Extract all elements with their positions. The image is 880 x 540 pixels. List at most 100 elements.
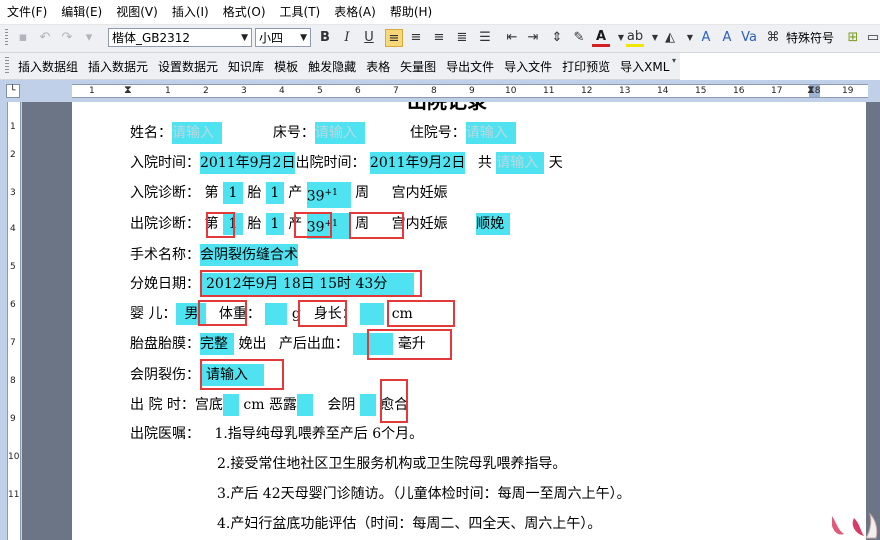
toolbar-overflow-icon[interactable]: ▾ <box>672 56 678 76</box>
admission-no-field[interactable]: 请输入 <box>465 122 516 144</box>
special-symbol-label[interactable]: 特殊符号 <box>786 29 834 48</box>
advice-item: 4.产妇行盆底功能评估（时间：每周二、四全天、周六上午）。 <box>217 516 602 532</box>
tab-selector[interactable]: └ <box>6 84 20 98</box>
distributed-align-icon[interactable]: ☰ <box>476 29 494 47</box>
ruler-number: 11 <box>8 490 20 500</box>
admit-time-field[interactable]: 2011年9月2日 <box>200 152 296 174</box>
trigger-hide-button[interactable]: 触发隐藏 <box>303 58 361 75</box>
menu-edit[interactable]: 编辑(E) <box>54 0 109 24</box>
lochia-label: 恶露 <box>268 397 297 413</box>
discharge-diagnosis-label: 出院诊断： <box>130 216 200 232</box>
export-file-button[interactable]: 导出文件 <box>441 58 499 75</box>
weight-field[interactable] <box>265 303 288 325</box>
bed-field[interactable]: 请输入 <box>314 122 365 144</box>
print-preview-button[interactable]: 打印预览 <box>557 58 615 75</box>
ruler-number: 8 <box>431 86 437 96</box>
italic-icon[interactable]: I <box>338 29 356 47</box>
weeks-text: 周 <box>355 185 370 201</box>
shading-icon[interactable]: ◭ <box>661 29 679 47</box>
total-days-unit: 天 <box>548 155 563 171</box>
ruler-number: 9 <box>10 414 16 424</box>
highlight-icon[interactable]: ab <box>626 29 644 47</box>
insert-data-element-button[interactable]: 插入数据元 <box>83 58 153 75</box>
menu-insert[interactable]: 插入(I) <box>165 0 216 24</box>
set-data-element-button[interactable]: 设置数据元 <box>153 58 223 75</box>
right-indent-marker-icon[interactable]: ⧗ <box>807 85 815 96</box>
height-field[interactable] <box>360 303 385 325</box>
lochia-field[interactable] <box>296 394 313 416</box>
import-file-button[interactable]: 导入文件 <box>499 58 557 75</box>
gest-days-field[interactable]: +1 <box>325 188 338 198</box>
char-scale-icon[interactable]: A <box>697 29 715 47</box>
chevron-down-icon: ▼ <box>241 33 248 43</box>
insert-note-icon[interactable]: ⊞ <box>844 29 862 47</box>
ruler-number: 5 <box>317 86 323 96</box>
toolbar-grip[interactable] <box>5 57 9 75</box>
ruler-number: 2 <box>203 86 209 96</box>
document-page[interactable]: 出院记录 姓名：请输入 床号：请输入 住院号：请输入 入院时间：2011年9月2… <box>72 102 866 540</box>
menu-view[interactable]: 视图(V) <box>109 0 165 24</box>
total-days-prefix: 共 <box>477 155 492 171</box>
import-xml-button[interactable]: 导入XML <box>615 58 674 75</box>
underline-icon[interactable]: U <box>360 29 378 47</box>
delivery-date-label: 分娩日期： <box>130 276 200 292</box>
format-painter-icon[interactable]: ✎ <box>570 29 588 47</box>
text-effect-icon[interactable]: Va <box>740 29 758 47</box>
font-name-select[interactable]: 楷体_GB2312 ▼ <box>108 28 252 47</box>
outdent-icon[interactable]: ⇤ <box>503 29 521 47</box>
vertical-ruler[interactable]: 1 2 3 4 5 6 7 8 9 10 11 <box>7 102 21 540</box>
indent-marker-icon[interactable]: ⧗ <box>124 85 132 96</box>
menu-file[interactable]: 文件(F) <box>0 0 54 24</box>
discharge-time-field[interactable]: 2011年9月2日 <box>369 152 466 174</box>
align-center-icon[interactable]: ≡ <box>407 29 425 47</box>
menu-table[interactable]: 表格(A) <box>327 0 383 24</box>
redo-icon[interactable]: ↷ <box>58 29 76 47</box>
more-icon[interactable]: ▭ <box>864 29 880 47</box>
operation-field[interactable]: 会阴裂伤缝合术 <box>200 244 298 266</box>
knowledge-base-button[interactable]: 知识库 <box>223 58 269 75</box>
highlight-box <box>367 329 452 360</box>
horizontal-ruler[interactable]: ⧗ 1 1 2 3 4 5 6 7 8 9 10 11 12 13 14 15 … <box>72 84 868 98</box>
insert-data-group-button[interactable]: 插入数据组 <box>13 58 83 75</box>
menu-help[interactable]: 帮助(H) <box>383 0 439 24</box>
parity-field[interactable]: 1 <box>265 182 284 204</box>
ruler-number: 2 <box>10 150 16 160</box>
perineum-field[interactable] <box>359 394 376 416</box>
uterus-field[interactable] <box>222 394 239 416</box>
table-button[interactable]: 表格 <box>361 58 395 75</box>
menu-tools[interactable]: 工具(T) <box>273 0 328 24</box>
template-button[interactable]: 模板 <box>269 58 303 75</box>
name-field[interactable]: 请输入 <box>172 122 222 144</box>
bold-icon[interactable]: B <box>316 29 334 47</box>
admit-time-label: 入院时间： <box>130 155 200 171</box>
fetus-number-field[interactable]: 1 <box>222 182 243 204</box>
gest-weeks-field[interactable]: 39 <box>307 189 325 205</box>
justify-icon[interactable]: ≣ <box>453 29 471 47</box>
special-symbol-icon[interactable]: ⌘ <box>764 29 782 47</box>
ruler-number: 8 <box>10 376 16 386</box>
admission-diagnosis-label: 入院诊断： <box>130 185 200 201</box>
vector-graphic-button[interactable]: 矢量图 <box>395 58 441 75</box>
ruler-number: 11 <box>543 86 555 96</box>
menu-format[interactable]: 格式(O) <box>216 0 273 24</box>
align-right-icon[interactable]: ≡ <box>430 29 448 47</box>
font-size-select[interactable]: 小四 ▼ <box>255 28 311 47</box>
ruler-number: 6 <box>10 300 16 310</box>
total-days-field[interactable]: 请输入 <box>496 152 545 174</box>
placenta-after-text: 娩出 <box>238 336 267 352</box>
parity-field[interactable]: 1 <box>265 213 284 235</box>
font-color-icon[interactable]: A <box>592 29 610 47</box>
line-spacing-icon[interactable]: ⇕ <box>548 29 566 47</box>
ruler-number: 3 <box>10 188 16 198</box>
indent-icon[interactable]: ⇥ <box>524 29 542 47</box>
save-icon[interactable]: ▪ <box>14 29 32 47</box>
ruler-number: 19 <box>842 86 854 96</box>
align-left-icon[interactable]: ≡ <box>385 29 403 47</box>
redo-arrow-icon[interactable]: ▾ <box>80 29 98 47</box>
undo-icon[interactable]: ↶ <box>36 29 54 47</box>
char-spacing-icon[interactable]: A <box>718 29 736 47</box>
ruler-number: 6 <box>355 86 361 96</box>
toolbar-grip[interactable] <box>5 29 8 47</box>
delivery-mode-field[interactable]: 顺娩 <box>476 213 511 235</box>
placenta-field[interactable]: 完整 <box>200 333 234 355</box>
